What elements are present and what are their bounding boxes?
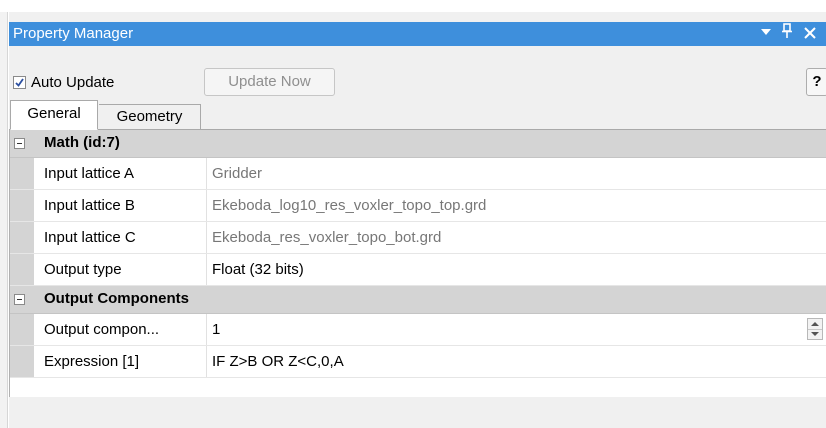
property-row-input-lattice-c[interactable]: Input lattice C Ekeboda_res_voxler_topo_… <box>10 222 826 254</box>
column-divider <box>206 254 207 285</box>
property-value[interactable]: Gridder <box>212 165 262 182</box>
column-divider <box>206 222 207 253</box>
spinner-control[interactable] <box>807 318 823 340</box>
window-top-strip <box>0 0 826 12</box>
category-label: Output Components <box>44 290 189 307</box>
property-value[interactable]: 1 <box>212 321 220 338</box>
property-row-input-lattice-b[interactable]: Input lattice B Ekeboda_log10_res_voxler… <box>10 190 826 222</box>
property-name: Input lattice C <box>44 229 136 246</box>
property-manager-panel: Property Manager Auto Update Update Now … <box>9 12 826 428</box>
panel-title: Property Manager <box>13 25 134 42</box>
row-gutter <box>10 314 34 345</box>
auto-update-checkbox[interactable] <box>13 76 26 89</box>
left-window-edge <box>0 12 8 428</box>
property-row-output-type[interactable]: Output type Float (32 bits) <box>10 254 826 286</box>
row-gutter <box>10 158 34 189</box>
update-now-button[interactable]: Update Now <box>204 68 335 96</box>
property-name: Output compon... <box>44 321 160 338</box>
help-button[interactable]: ? <box>806 68 826 96</box>
column-divider <box>206 158 207 189</box>
row-gutter <box>10 254 34 285</box>
row-gutter <box>10 190 34 221</box>
panel-titlebar[interactable]: Property Manager <box>9 22 826 46</box>
property-grid: Math (id:7) Input lattice A Gridder Inpu… <box>9 130 826 397</box>
property-value[interactable]: IF Z>B OR Z<C,0,A <box>212 353 344 370</box>
spin-down-icon[interactable] <box>808 329 822 339</box>
dropdown-icon[interactable] <box>760 25 772 41</box>
property-row-input-lattice-a[interactable]: Input lattice A Gridder <box>10 158 826 190</box>
property-value[interactable]: Float (32 bits) <box>212 261 304 278</box>
pin-icon[interactable] <box>781 23 793 42</box>
property-name: Input lattice B <box>44 197 135 214</box>
collapse-toggle-icon[interactable] <box>14 138 25 149</box>
column-divider <box>206 314 207 345</box>
row-gutter <box>10 346 34 377</box>
property-row-expression[interactable]: Expression [1] IF Z>B OR Z<C,0,A <box>10 346 826 378</box>
tab-strip: General Geometry <box>9 98 826 130</box>
auto-update-label[interactable]: Auto Update <box>31 74 114 91</box>
property-value[interactable]: Ekeboda_res_voxler_topo_bot.grd <box>212 229 441 246</box>
tab-general[interactable]: General <box>10 100 98 130</box>
property-name: Expression [1] <box>44 353 140 370</box>
property-name: Input lattice A <box>44 165 135 182</box>
row-gutter <box>10 222 34 253</box>
category-row-output-components[interactable]: Output Components <box>10 286 826 314</box>
category-label: Math (id:7) <box>44 134 120 151</box>
close-icon[interactable] <box>804 26 816 42</box>
property-value[interactable]: Ekeboda_log10_res_voxler_topo_top.grd <box>212 197 486 214</box>
column-divider <box>206 190 207 221</box>
panel-toolbar: Auto Update Update Now ? <box>9 46 826 98</box>
property-name: Output type <box>44 261 122 278</box>
checkmark-icon <box>15 78 24 87</box>
column-divider <box>206 346 207 377</box>
tab-geometry[interactable]: Geometry <box>99 104 201 130</box>
collapse-toggle-icon[interactable] <box>14 294 25 305</box>
category-row-math[interactable]: Math (id:7) <box>10 130 826 158</box>
property-row-output-components[interactable]: Output compon... 1 <box>10 314 826 346</box>
